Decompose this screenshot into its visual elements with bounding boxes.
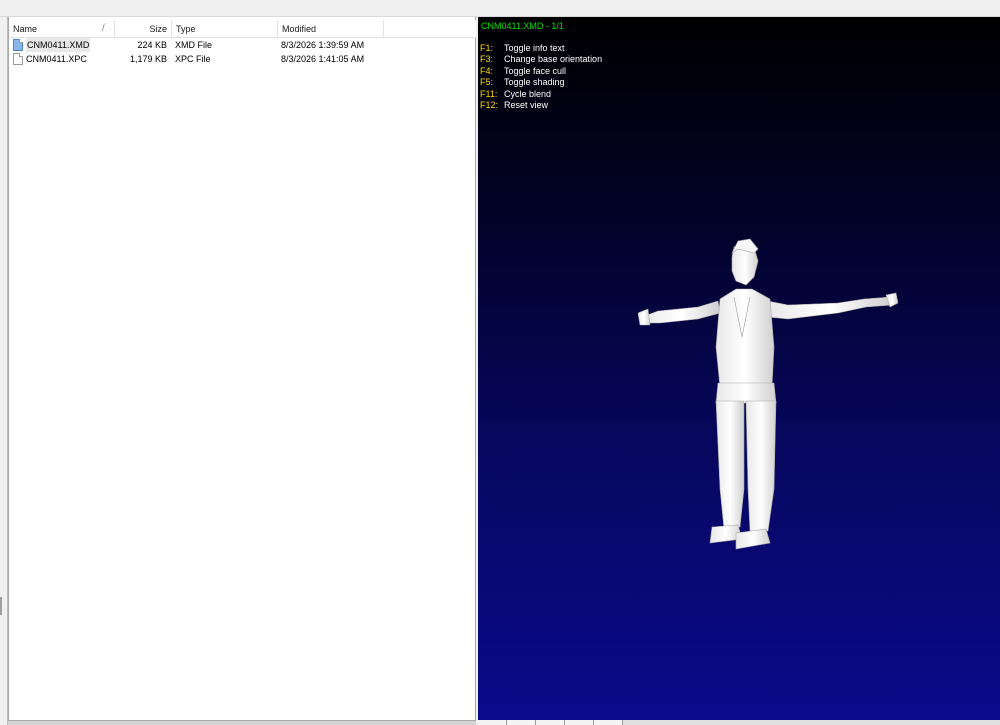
viewport-tab[interactable]	[507, 720, 536, 725]
viewport-tab[interactable]	[536, 720, 565, 725]
column-header: Name / Size Type Modified	[9, 20, 476, 38]
file-list-panel: Name / Size Type Modified CNM0411.XMD 22…	[8, 17, 476, 721]
sort-indicator-icon: /	[102, 23, 105, 34]
file-row[interactable]: CNM0411.XMD 224 KB XMD File 8/3/2026 1:3…	[9, 38, 476, 52]
right-leg	[745, 400, 777, 532]
3d-viewport[interactable]: CNM0411.XMD - 1/1 F1: Toggle info text F3…	[478, 17, 1000, 720]
splitter-grip[interactable]	[0, 597, 2, 615]
file-row[interactable]: CNM0411.XPC 1,179 KB XPC File 8/3/2026 1…	[9, 52, 476, 66]
file-size: 224 KB	[137, 40, 167, 50]
top-toolbar-strip	[0, 0, 1000, 17]
column-type-header[interactable]: Type	[172, 20, 278, 38]
help-desc: Toggle info text	[504, 43, 565, 53]
character-model	[638, 238, 898, 550]
column-modified-header[interactable]: Modified	[278, 20, 384, 38]
help-key: F3:	[480, 54, 494, 65]
viewport-tab[interactable]	[594, 720, 623, 725]
column-size-header[interactable]: Size	[115, 20, 172, 38]
help-desc: Toggle shading	[504, 77, 565, 88]
help-key: F12:	[480, 99, 499, 110]
column-name-header[interactable]: Name /	[9, 20, 115, 38]
help-key: F1:	[480, 43, 494, 53]
file-name: CNM0411.XPC	[26, 54, 87, 64]
viewport-tab[interactable]	[478, 720, 507, 725]
help-key: F5:	[480, 77, 494, 88]
file-modified: 8/3/2026 1:41:05 AM	[281, 54, 365, 64]
file-modified: 8/3/2026 1:39:59 AM	[281, 40, 365, 50]
file-name: CNM0411.XMD	[26, 38, 91, 52]
viewer-title: CNM0411.XMD - 1/1	[481, 21, 564, 31]
left-leg	[715, 400, 745, 530]
help-line: F5: Toggle shading	[480, 77, 602, 88]
viewport-bottom-bar	[478, 720, 1000, 725]
help-overlay: F1: Toggle info text F3: Change base orien…	[480, 43, 602, 111]
torso	[715, 288, 775, 388]
help-line: F12: Reset view	[480, 100, 602, 111]
file-panel-bottom-bar	[8, 721, 476, 725]
help-line: F11: Cycle blend	[480, 89, 602, 100]
help-desc: Cycle blend	[504, 88, 552, 99]
xmd-file-icon	[13, 39, 23, 51]
help-desc: Toggle face cull	[504, 65, 567, 76]
file-type: XPC File	[175, 54, 211, 64]
help-line: F3: Change base orientation	[480, 54, 602, 65]
file-type: XMD File	[175, 40, 213, 50]
help-line: F4: Toggle face cull	[480, 66, 602, 77]
help-key: F11:	[480, 88, 498, 99]
left-splitter[interactable]	[0, 17, 8, 725]
help-line: F1: Toggle info text	[480, 43, 602, 54]
right-arm	[767, 296, 893, 320]
help-key: F4:	[480, 65, 494, 76]
left-arm	[641, 300, 721, 324]
viewport-tab[interactable]	[565, 720, 594, 725]
column-empty-header	[384, 20, 476, 38]
help-desc: Reset view	[504, 99, 549, 110]
xpc-file-icon	[13, 53, 23, 65]
help-desc: Change base orientation	[504, 54, 603, 65]
right-shoe	[735, 528, 771, 550]
file-size: 1,179 KB	[129, 54, 167, 64]
